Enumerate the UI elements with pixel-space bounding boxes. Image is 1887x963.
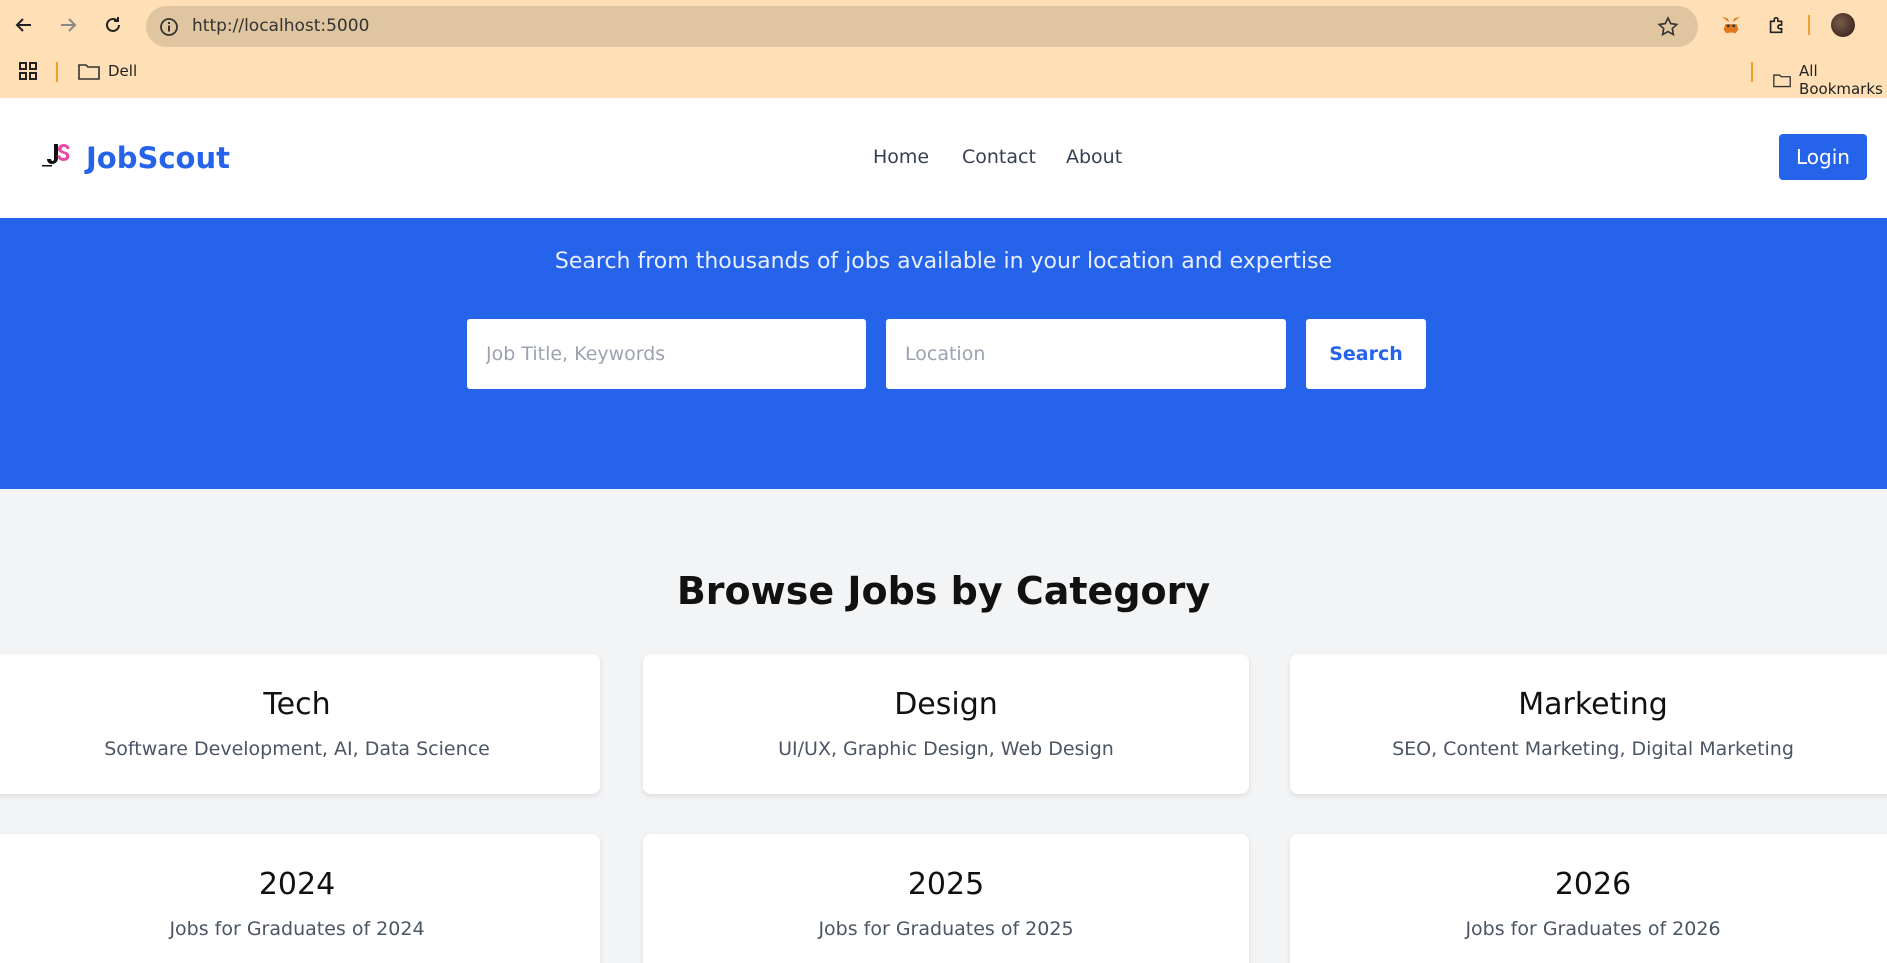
bookmark-label: Dell — [108, 62, 138, 80]
profile-avatar[interactable] — [1831, 13, 1855, 37]
extensions-puzzle-icon[interactable] — [1764, 12, 1790, 38]
category-title: 2026 — [1554, 867, 1632, 902]
address-bar[interactable]: http://localhost:5000 — [146, 6, 1698, 47]
category-description: SEO, Content Marketing, Digital Marketin… — [1392, 738, 1794, 760]
metamask-extension-icon[interactable] — [1718, 12, 1744, 38]
search-button[interactable]: Search — [1306, 319, 1426, 389]
category-description: Jobs for Graduates of 2025 — [818, 918, 1074, 940]
nav-about[interactable]: About — [1066, 146, 1122, 168]
category-title: Tech — [263, 687, 331, 722]
bookmark-label: All Bookmarks — [1799, 62, 1883, 98]
category-card-2025[interactable]: 2025 Jobs for Graduates of 2025 — [643, 834, 1249, 963]
keyword-input[interactable] — [467, 319, 866, 389]
nav-contact[interactable]: Contact — [962, 146, 1036, 168]
back-arrow-icon — [15, 18, 31, 32]
category-section-title: Browse Jobs by Category — [676, 569, 1211, 613]
folder-icon — [1773, 74, 1791, 88]
category-card-marketing[interactable]: Marketing SEO, Content Marketing, Digita… — [1290, 654, 1887, 794]
toolbar-separator — [1808, 15, 1810, 35]
location-input[interactable] — [886, 319, 1286, 389]
forward-arrow-icon — [61, 18, 77, 32]
reload-button[interactable] — [98, 10, 128, 40]
login-button[interactable]: Login — [1779, 134, 1867, 180]
bookmark-all-bookmarks[interactable]: All Bookmarks — [1773, 62, 1887, 98]
category-description: Software Development, AI, Data Science — [104, 738, 490, 760]
bookmark-separator — [56, 62, 58, 82]
bookmark-separator — [1751, 62, 1753, 82]
category-card-tech[interactable]: Tech Software Development, AI, Data Scie… — [0, 654, 600, 794]
brand-name[interactable]: JobScout — [86, 141, 230, 175]
bookmark-star-icon[interactable] — [1656, 15, 1680, 39]
category-description: Jobs for Graduates of 2024 — [169, 918, 425, 940]
category-card-2026[interactable]: 2026 Jobs for Graduates of 2026 — [1290, 834, 1887, 963]
apps-grid-icon[interactable] — [18, 61, 38, 81]
category-description: UI/UX, Graphic Design, Web Design — [778, 738, 1114, 760]
reload-icon — [106, 17, 120, 32]
category-description: Jobs for Graduates of 2026 — [1465, 918, 1721, 940]
hero-subtitle: Search from thousands of jobs available … — [554, 249, 1333, 274]
nav-home[interactable]: Home — [873, 146, 929, 168]
url-text[interactable]: http://localhost:5000 — [192, 16, 369, 36]
browser-chrome: http://localhost:5000 Dell All Bookmarks — [0, 0, 1887, 98]
site-info-icon[interactable] — [158, 16, 180, 38]
site-header: JobScout Home Contact About Login — [0, 98, 1887, 218]
back-button[interactable] — [9, 10, 39, 40]
category-card-2024[interactable]: 2024 Jobs for Graduates of 2024 — [0, 834, 600, 963]
category-title: Design — [894, 687, 998, 722]
category-title: Marketing — [1518, 687, 1668, 722]
category-title: 2025 — [907, 867, 985, 902]
forward-button[interactable] — [53, 10, 83, 40]
category-card-design[interactable]: Design UI/UX, Graphic Design, Web Design — [643, 654, 1249, 794]
hero-search: Search from thousands of jobs available … — [0, 218, 1887, 489]
bookmark-dell[interactable]: Dell — [78, 62, 137, 80]
jobscout-logo-icon[interactable] — [40, 140, 72, 170]
category-title: 2024 — [258, 867, 336, 902]
folder-icon — [78, 64, 100, 80]
